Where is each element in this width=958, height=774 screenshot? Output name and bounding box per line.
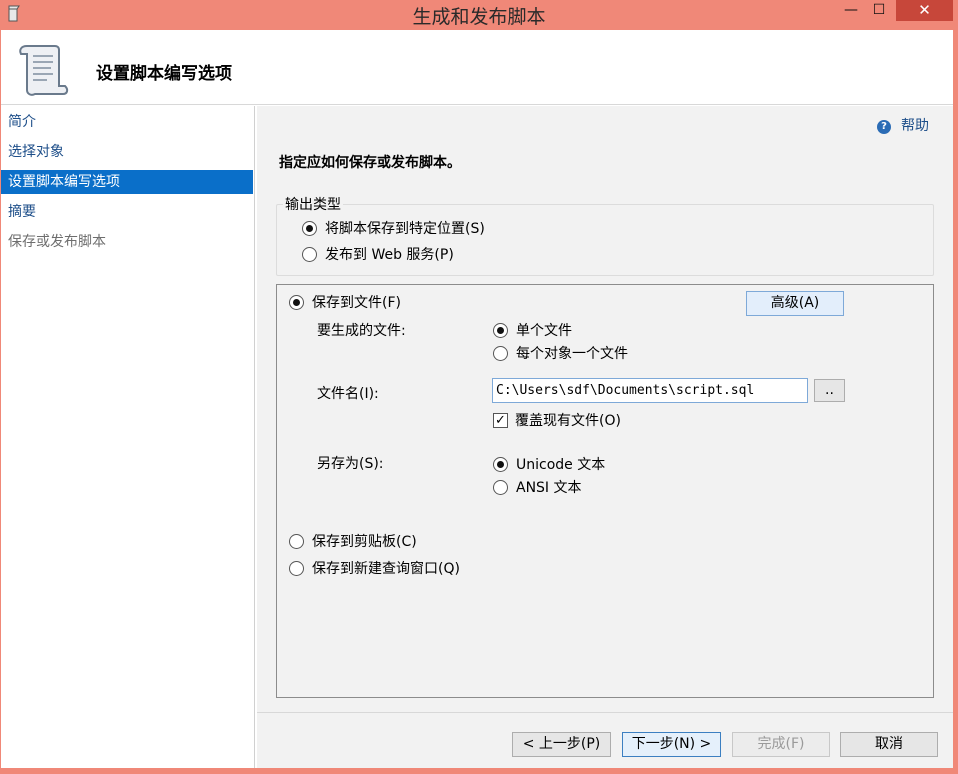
- browse-button[interactable]: ..: [814, 379, 845, 402]
- maximize-button[interactable]: ☐: [864, 0, 894, 21]
- radio-indicator: [493, 345, 508, 361]
- cancel-button[interactable]: 取消: [840, 732, 938, 757]
- radio-indicator: [302, 246, 317, 262]
- minimize-button[interactable]: —: [836, 0, 866, 21]
- finish-button: 完成(F): [732, 732, 830, 757]
- checkbox-check-icon: ✓: [493, 412, 508, 428]
- help-link[interactable]: ? 帮助: [877, 115, 929, 135]
- page-header: 设置脚本编写选项: [1, 30, 953, 105]
- radio-save-to-location[interactable]: 将脚本保存到特定位置(S): [302, 218, 485, 238]
- help-icon: ?: [877, 120, 891, 134]
- instruction-text: 指定应如何保存或发布脚本。: [279, 155, 461, 171]
- filename-input[interactable]: C:\Users\sdf\Documents\script.sql: [492, 378, 808, 403]
- radio-indicator: [302, 220, 317, 236]
- radio-ansi-text[interactable]: ANSI 文本: [493, 477, 582, 497]
- main-panel: ? 帮助 指定应如何保存或发布脚本。 输出类型 将脚本保存到特定位置(S) 发布到…: [257, 106, 953, 768]
- script-scroll-icon: [19, 45, 69, 96]
- output-type-group: [276, 204, 934, 276]
- radio-indicator: [493, 456, 508, 472]
- previous-button[interactable]: < 上一步(P): [512, 732, 611, 757]
- radio-indicator: [289, 533, 304, 549]
- radio-save-to-clipboard[interactable]: 保存到剪贴板(C): [289, 531, 417, 551]
- nav-item-intro[interactable]: 简介: [1, 110, 253, 134]
- dialog-window: 生成和发布脚本 — ☐ ✕ 设置脚本编写选项 简介 选择对象 设置脚本编写选项 …: [0, 0, 958, 774]
- radio-single-file[interactable]: 单个文件: [493, 320, 572, 340]
- radio-indicator: [289, 560, 304, 576]
- filename-label: 文件名(I):: [317, 386, 379, 402]
- title-bar: 生成和发布脚本 — ☐ ✕: [0, 0, 958, 30]
- close-button[interactable]: ✕: [896, 0, 953, 21]
- window-title: 生成和发布脚本: [412, 6, 546, 28]
- nav-item-scripting-options[interactable]: 设置脚本编写选项: [1, 170, 253, 194]
- advanced-button[interactable]: 高级(A): [746, 291, 844, 316]
- radio-indicator: [289, 294, 304, 310]
- save-as-label: 另存为(S):: [317, 456, 384, 472]
- wizard-nav: 简介 选择对象 设置脚本编写选项 摘要 保存或发布脚本: [1, 106, 255, 768]
- overwrite-checkbox[interactable]: ✓ 覆盖现有文件(O): [493, 410, 621, 430]
- footer-divider: [257, 712, 953, 713]
- radio-save-to-query-window[interactable]: 保存到新建查询窗口(Q): [289, 558, 460, 578]
- dialog-client: 设置脚本编写选项 简介 选择对象 设置脚本编写选项 摘要 保存或发布脚本 ? 帮助…: [1, 30, 953, 768]
- radio-unicode-text[interactable]: Unicode 文本: [493, 454, 605, 474]
- radio-publish-web-service[interactable]: 发布到 Web 服务(P): [302, 244, 454, 264]
- radio-indicator: [493, 479, 508, 495]
- files-to-generate-label: 要生成的文件:: [317, 323, 406, 339]
- nav-item-save-or-publish: 保存或发布脚本: [8, 234, 106, 250]
- output-type-legend: 输出类型: [283, 194, 343, 214]
- nav-item-summary[interactable]: 摘要: [1, 200, 253, 224]
- help-label: 帮助: [901, 118, 929, 134]
- next-button[interactable]: 下一步(N) >: [622, 732, 721, 757]
- nav-item-select-objects[interactable]: 选择对象: [1, 140, 253, 164]
- radio-save-to-file[interactable]: 保存到文件(F): [289, 292, 401, 312]
- radio-file-per-object[interactable]: 每个对象一个文件: [493, 343, 628, 363]
- page-title: 设置脚本编写选项: [96, 64, 232, 84]
- radio-indicator: [493, 322, 508, 338]
